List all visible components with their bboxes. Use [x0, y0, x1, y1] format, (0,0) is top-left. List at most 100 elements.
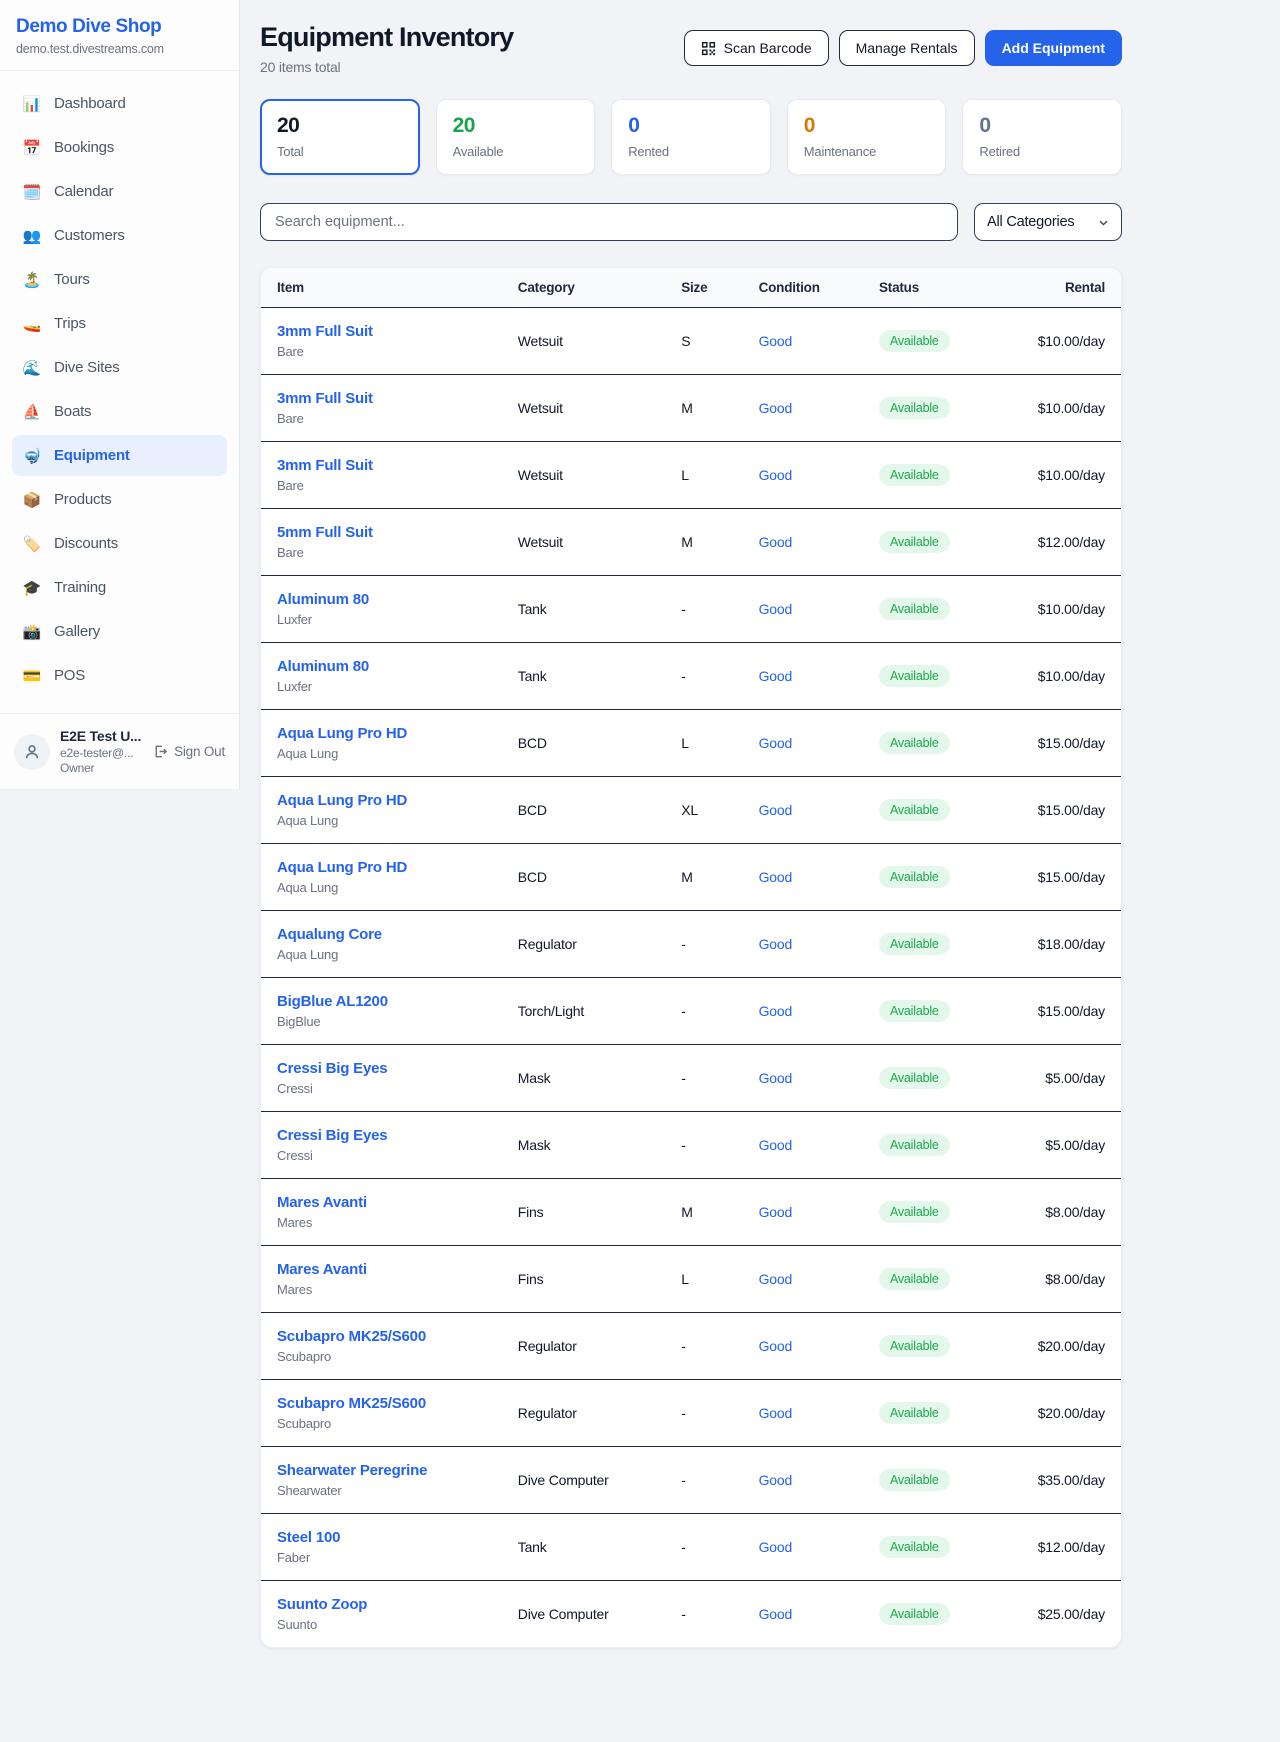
user-role: Owner — [60, 761, 143, 775]
stat-card-retired[interactable]: 0Retired — [962, 99, 1122, 175]
category-filter-select[interactable]: All Categories — [974, 203, 1122, 241]
condition-link[interactable]: Good — [759, 936, 792, 952]
main-content: Equipment Inventory 20 items total Scan … — [240, 0, 1280, 1648]
sign-out-icon — [153, 744, 168, 759]
filters-row: All Categories — [260, 203, 1122, 241]
cell-item: 3mm Full SuitBare — [261, 375, 502, 442]
sidebar-item-label: Boats — [54, 403, 91, 420]
sidebar-item-bookings[interactable]: 📅Bookings — [12, 127, 227, 168]
add-equipment-button[interactable]: Add Equipment — [985, 30, 1122, 66]
condition-link[interactable]: Good — [759, 1338, 792, 1354]
scan-barcode-button[interactable]: Scan Barcode — [684, 30, 829, 66]
item-name-link[interactable]: Steel 100 — [277, 1529, 486, 1546]
condition-link[interactable]: Good — [759, 1271, 792, 1287]
item-brand: Bare — [277, 344, 486, 359]
sidebar-item-boats[interactable]: ⛵Boats — [12, 391, 227, 432]
item-name-link[interactable]: 3mm Full Suit — [277, 457, 486, 474]
status-badge: Available — [879, 531, 950, 553]
condition-link[interactable]: Good — [759, 802, 792, 818]
search-box — [260, 203, 958, 241]
condition-link[interactable]: Good — [759, 467, 792, 483]
cell-size: M — [665, 844, 742, 911]
condition-link[interactable]: Good — [759, 668, 792, 684]
item-name-link[interactable]: Mares Avanti — [277, 1194, 486, 1211]
item-name-link[interactable]: Aqua Lung Pro HD — [277, 859, 486, 876]
sidebar-item-discounts[interactable]: 🏷️Discounts — [12, 523, 227, 564]
sidebar-item-tours[interactable]: 🏝️Tours — [12, 259, 227, 300]
sidebar-item-trips[interactable]: 🚤Trips — [12, 303, 227, 344]
stat-card-available[interactable]: 20Available — [436, 99, 596, 175]
manage-rentals-button[interactable]: Manage Rentals — [839, 30, 975, 66]
condition-link[interactable]: Good — [759, 1606, 792, 1622]
item-name-link[interactable]: Shearwater Peregrine — [277, 1462, 486, 1479]
search-input[interactable] — [275, 214, 943, 230]
item-name-link[interactable]: Cressi Big Eyes — [277, 1060, 486, 1077]
item-name-link[interactable]: Mares Avanti — [277, 1261, 486, 1278]
sidebar-user-footer: E2E Test U... e2e-tester@... Owner Sign … — [0, 713, 239, 775]
sidebar-item-dashboard[interactable]: 📊Dashboard — [12, 83, 227, 124]
cell-category: Regulator — [502, 1313, 665, 1380]
cell-status: Available — [863, 1447, 1005, 1514]
cell-size: M — [665, 509, 742, 576]
item-name-link[interactable]: Aluminum 80 — [277, 658, 486, 675]
item-name-link[interactable]: Scubapro MK25/S600 — [277, 1328, 486, 1345]
condition-link[interactable]: Good — [759, 1539, 792, 1555]
sign-out-button[interactable]: Sign Out — [153, 744, 225, 759]
table-row: 3mm Full SuitBareWetsuitMGoodAvailable$1… — [261, 375, 1121, 442]
table-row: BigBlue AL1200BigBlueTorch/Light-GoodAva… — [261, 978, 1121, 1045]
stat-card-rented[interactable]: 0Rented — [611, 99, 771, 175]
item-name-link[interactable]: Aluminum 80 — [277, 591, 486, 608]
item-name-link[interactable]: 3mm Full Suit — [277, 390, 486, 407]
cell-category: Tank — [502, 1514, 665, 1581]
status-badge: Available — [879, 1268, 950, 1290]
condition-link[interactable]: Good — [759, 601, 792, 617]
category-filter-value: All Categories — [987, 214, 1074, 230]
cell-condition: Good — [743, 442, 863, 509]
item-name-link[interactable]: Cressi Big Eyes — [277, 1127, 486, 1144]
cell-condition: Good — [743, 1380, 863, 1447]
condition-link[interactable]: Good — [759, 735, 792, 751]
stat-label-available: Available — [453, 144, 579, 159]
condition-link[interactable]: Good — [759, 1472, 792, 1488]
cell-category: BCD — [502, 710, 665, 777]
sidebar-item-pos[interactable]: 💳POS — [12, 655, 227, 696]
cell-condition: Good — [743, 643, 863, 710]
condition-link[interactable]: Good — [759, 400, 792, 416]
page-subtitle: 20 items total — [260, 59, 513, 75]
sidebar-item-training[interactable]: 🎓Training — [12, 567, 227, 608]
sidebar-item-products[interactable]: 📦Products — [12, 479, 227, 520]
sidebar-item-customers[interactable]: 👥Customers — [12, 215, 227, 256]
item-name-link[interactable]: Aqua Lung Pro HD — [277, 792, 486, 809]
item-name-link[interactable]: 3mm Full Suit — [277, 323, 486, 340]
cell-status: Available — [863, 442, 1005, 509]
cell-condition: Good — [743, 1514, 863, 1581]
page-header-titles: Equipment Inventory 20 items total — [260, 22, 513, 75]
sidebar-item-calendar[interactable]: 🗓️Calendar — [12, 171, 227, 212]
item-name-link[interactable]: 5mm Full Suit — [277, 524, 486, 541]
cell-rental: $8.00/day — [1005, 1246, 1121, 1313]
cell-rental: $10.00/day — [1005, 576, 1121, 643]
condition-link[interactable]: Good — [759, 1204, 792, 1220]
cell-size: - — [665, 1581, 742, 1648]
condition-link[interactable]: Good — [759, 1137, 792, 1153]
column-header-condition: Condition — [743, 268, 863, 308]
condition-link[interactable]: Good — [759, 1003, 792, 1019]
cell-item: Mares AvantiMares — [261, 1179, 502, 1246]
condition-link[interactable]: Good — [759, 869, 792, 885]
stat-card-maintenance[interactable]: 0Maintenance — [787, 99, 947, 175]
sidebar-item-gallery[interactable]: 📸Gallery — [12, 611, 227, 652]
item-name-link[interactable]: Aqualung Core — [277, 926, 486, 943]
sidebar-item-equipment[interactable]: 🤿Equipment — [12, 435, 227, 476]
item-name-link[interactable]: Scubapro MK25/S600 — [277, 1395, 486, 1412]
item-name-link[interactable]: BigBlue AL1200 — [277, 993, 486, 1010]
item-name-link[interactable]: Suunto Zoop — [277, 1596, 486, 1613]
condition-link[interactable]: Good — [759, 333, 792, 349]
cell-condition: Good — [743, 911, 863, 978]
sidebar-item-dive-sites[interactable]: 🌊Dive Sites — [12, 347, 227, 388]
shop-name[interactable]: Demo Dive Shop — [16, 16, 223, 38]
condition-link[interactable]: Good — [759, 534, 792, 550]
condition-link[interactable]: Good — [759, 1405, 792, 1421]
stat-card-total[interactable]: 20Total — [260, 99, 420, 175]
item-name-link[interactable]: Aqua Lung Pro HD — [277, 725, 486, 742]
condition-link[interactable]: Good — [759, 1070, 792, 1086]
